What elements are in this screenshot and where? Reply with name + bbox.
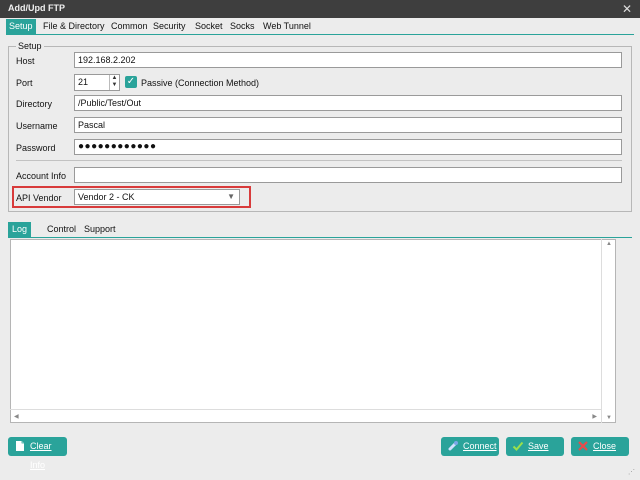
port-label: Port bbox=[16, 78, 33, 88]
host-label: Host bbox=[16, 56, 35, 66]
title-bar[interactable]: Add/Upd FTP ✕ bbox=[0, 0, 640, 18]
close-x-icon bbox=[578, 441, 588, 451]
tab-control[interactable]: Control bbox=[43, 222, 80, 237]
tab-support[interactable]: Support bbox=[80, 222, 120, 237]
directory-label: Directory bbox=[16, 99, 53, 109]
scroll-left-icon[interactable]: ◀ bbox=[14, 413, 19, 420]
save-button[interactable]: Save bbox=[506, 437, 564, 456]
tab-divider bbox=[6, 34, 634, 35]
close-button[interactable]: Close bbox=[571, 437, 629, 456]
port-value: 21 bbox=[78, 77, 89, 87]
account-info-input[interactable] bbox=[74, 167, 622, 183]
chevron-down-icon[interactable]: ▼ bbox=[227, 190, 235, 204]
connect-button[interactable]: Connect bbox=[441, 437, 499, 456]
main-tabs: Setup File & Directory Common Security S… bbox=[6, 19, 634, 34]
account-info-label: Account Info bbox=[16, 171, 67, 181]
tab-socks[interactable]: Socks bbox=[227, 19, 258, 34]
passive-checkbox[interactable]: ✓ bbox=[125, 76, 137, 88]
save-label: Save bbox=[528, 441, 549, 451]
tab-log[interactable]: Log bbox=[8, 222, 32, 237]
scroll-right-icon[interactable]: ▶ bbox=[592, 413, 597, 420]
setup-group-legend: Setup bbox=[16, 41, 44, 51]
api-vendor-value: Vendor 2 - CK bbox=[78, 192, 135, 202]
port-spinner-arrows[interactable]: ▲ ▼ bbox=[109, 75, 119, 90]
tab-file-directory[interactable]: File & Directory bbox=[40, 19, 108, 34]
host-input[interactable]: 192.168.2.202 bbox=[74, 52, 622, 68]
close-icon[interactable]: ✕ bbox=[622, 2, 632, 16]
clear-info-button[interactable]: Clear Info bbox=[8, 437, 67, 470]
tab-web-tunnel[interactable]: Web Tunnel bbox=[260, 19, 314, 34]
subtab-divider bbox=[8, 237, 632, 238]
username-input[interactable]: Pascal bbox=[74, 117, 622, 133]
log-textarea[interactable] bbox=[10, 239, 616, 423]
directory-input[interactable]: /Public/Test/Out bbox=[74, 95, 622, 111]
password-label: Password bbox=[16, 143, 56, 153]
close-label: Close bbox=[593, 441, 617, 451]
section-divider bbox=[16, 160, 622, 161]
scroll-down-icon[interactable]: ▼ bbox=[602, 415, 616, 421]
vertical-scrollbar[interactable]: ▲ ▼ bbox=[601, 239, 616, 423]
resize-grip-icon[interactable]: ⋰ bbox=[628, 468, 636, 476]
spin-up-icon[interactable]: ▲ bbox=[110, 75, 119, 82]
scroll-up-icon[interactable]: ▲ bbox=[602, 241, 616, 247]
clear-info-label: Clear Info bbox=[30, 441, 52, 470]
tab-socket[interactable]: Socket bbox=[192, 19, 226, 34]
tab-security[interactable]: Security bbox=[150, 19, 189, 34]
checkmark-icon bbox=[512, 441, 524, 451]
window-title: Add/Upd FTP bbox=[8, 3, 65, 13]
username-label: Username bbox=[16, 121, 58, 131]
spin-down-icon[interactable]: ▼ bbox=[110, 82, 119, 89]
api-vendor-label: API Vendor bbox=[16, 193, 62, 203]
tab-setup[interactable]: Setup bbox=[6, 19, 36, 34]
horizontal-scrollbar[interactable]: ◀ ▶ bbox=[10, 409, 601, 423]
document-icon bbox=[16, 441, 24, 451]
log-tabs: Log Control Support bbox=[8, 222, 632, 237]
api-vendor-select[interactable]: Vendor 2 - CK ▼ bbox=[74, 189, 240, 205]
port-spinner[interactable]: 21 ▲ ▼ bbox=[74, 74, 120, 91]
tab-common[interactable]: Common bbox=[108, 19, 151, 34]
connect-label: Connect bbox=[463, 441, 497, 451]
passive-label: Passive (Connection Method) bbox=[141, 78, 260, 88]
password-input[interactable]: ●●●●●●●●●●●● bbox=[74, 139, 622, 155]
plug-icon bbox=[448, 441, 458, 451]
ftp-dialog: Add/Upd FTP ✕ Setup File & Directory Com… bbox=[0, 0, 640, 480]
